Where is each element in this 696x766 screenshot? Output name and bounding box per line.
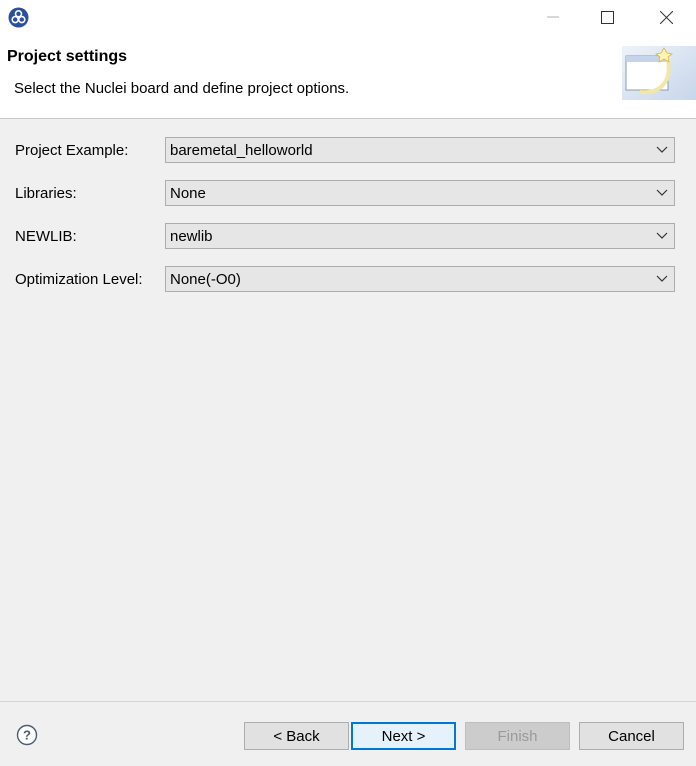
optimization-level-select[interactable]: None(-O0) bbox=[165, 266, 675, 292]
chevron-down-icon bbox=[656, 232, 668, 239]
project-example-select[interactable]: baremetal_helloworld bbox=[165, 137, 675, 163]
footer-divider bbox=[0, 701, 696, 702]
optimization-level-label: Optimization Level: bbox=[15, 271, 143, 288]
newlib-select[interactable]: newlib bbox=[165, 223, 675, 249]
close-button[interactable] bbox=[643, 0, 689, 34]
page-title: Project settings bbox=[7, 48, 128, 65]
field-row-libraries: Libraries: None bbox=[0, 180, 696, 208]
wizard-banner-icon bbox=[622, 46, 696, 100]
next-button[interactable]: Next > bbox=[351, 722, 456, 750]
field-row-project-example: Project Example: baremetal_helloworld bbox=[0, 137, 696, 165]
optimization-level-value: None(-O0) bbox=[170, 271, 241, 288]
wizard-header: Project settings Select the Nuclei board… bbox=[0, 34, 696, 119]
project-settings-dialog: Project settings Select the Nuclei board… bbox=[0, 0, 696, 766]
help-icon[interactable]: ? bbox=[16, 724, 38, 746]
svg-text:?: ? bbox=[23, 728, 31, 743]
maximize-button[interactable] bbox=[584, 0, 630, 34]
close-icon bbox=[659, 10, 673, 24]
minimize-icon bbox=[547, 16, 559, 18]
libraries-label: Libraries: bbox=[15, 185, 77, 202]
libraries-select[interactable]: None bbox=[165, 180, 675, 206]
project-example-value: baremetal_helloworld bbox=[170, 142, 313, 159]
chevron-down-icon bbox=[656, 275, 668, 282]
cancel-button[interactable]: Cancel bbox=[579, 722, 684, 750]
back-button[interactable]: < Back bbox=[244, 722, 349, 750]
title-bar bbox=[0, 0, 696, 34]
field-row-newlib: NEWLIB: newlib bbox=[0, 223, 696, 251]
newlib-label: NEWLIB: bbox=[15, 228, 77, 245]
field-row-optimization-level: Optimization Level: None(-O0) bbox=[0, 266, 696, 294]
finish-button[interactable]: Finish bbox=[465, 722, 570, 750]
project-example-label: Project Example: bbox=[15, 142, 129, 159]
chevron-down-icon bbox=[656, 189, 668, 196]
app-icon bbox=[8, 7, 29, 28]
libraries-value: None bbox=[170, 185, 206, 202]
maximize-icon bbox=[600, 10, 614, 24]
chevron-down-icon bbox=[656, 146, 668, 153]
minimize-button[interactable] bbox=[530, 0, 576, 34]
newlib-value: newlib bbox=[170, 228, 213, 245]
page-description: Select the Nuclei board and define proje… bbox=[14, 80, 350, 97]
